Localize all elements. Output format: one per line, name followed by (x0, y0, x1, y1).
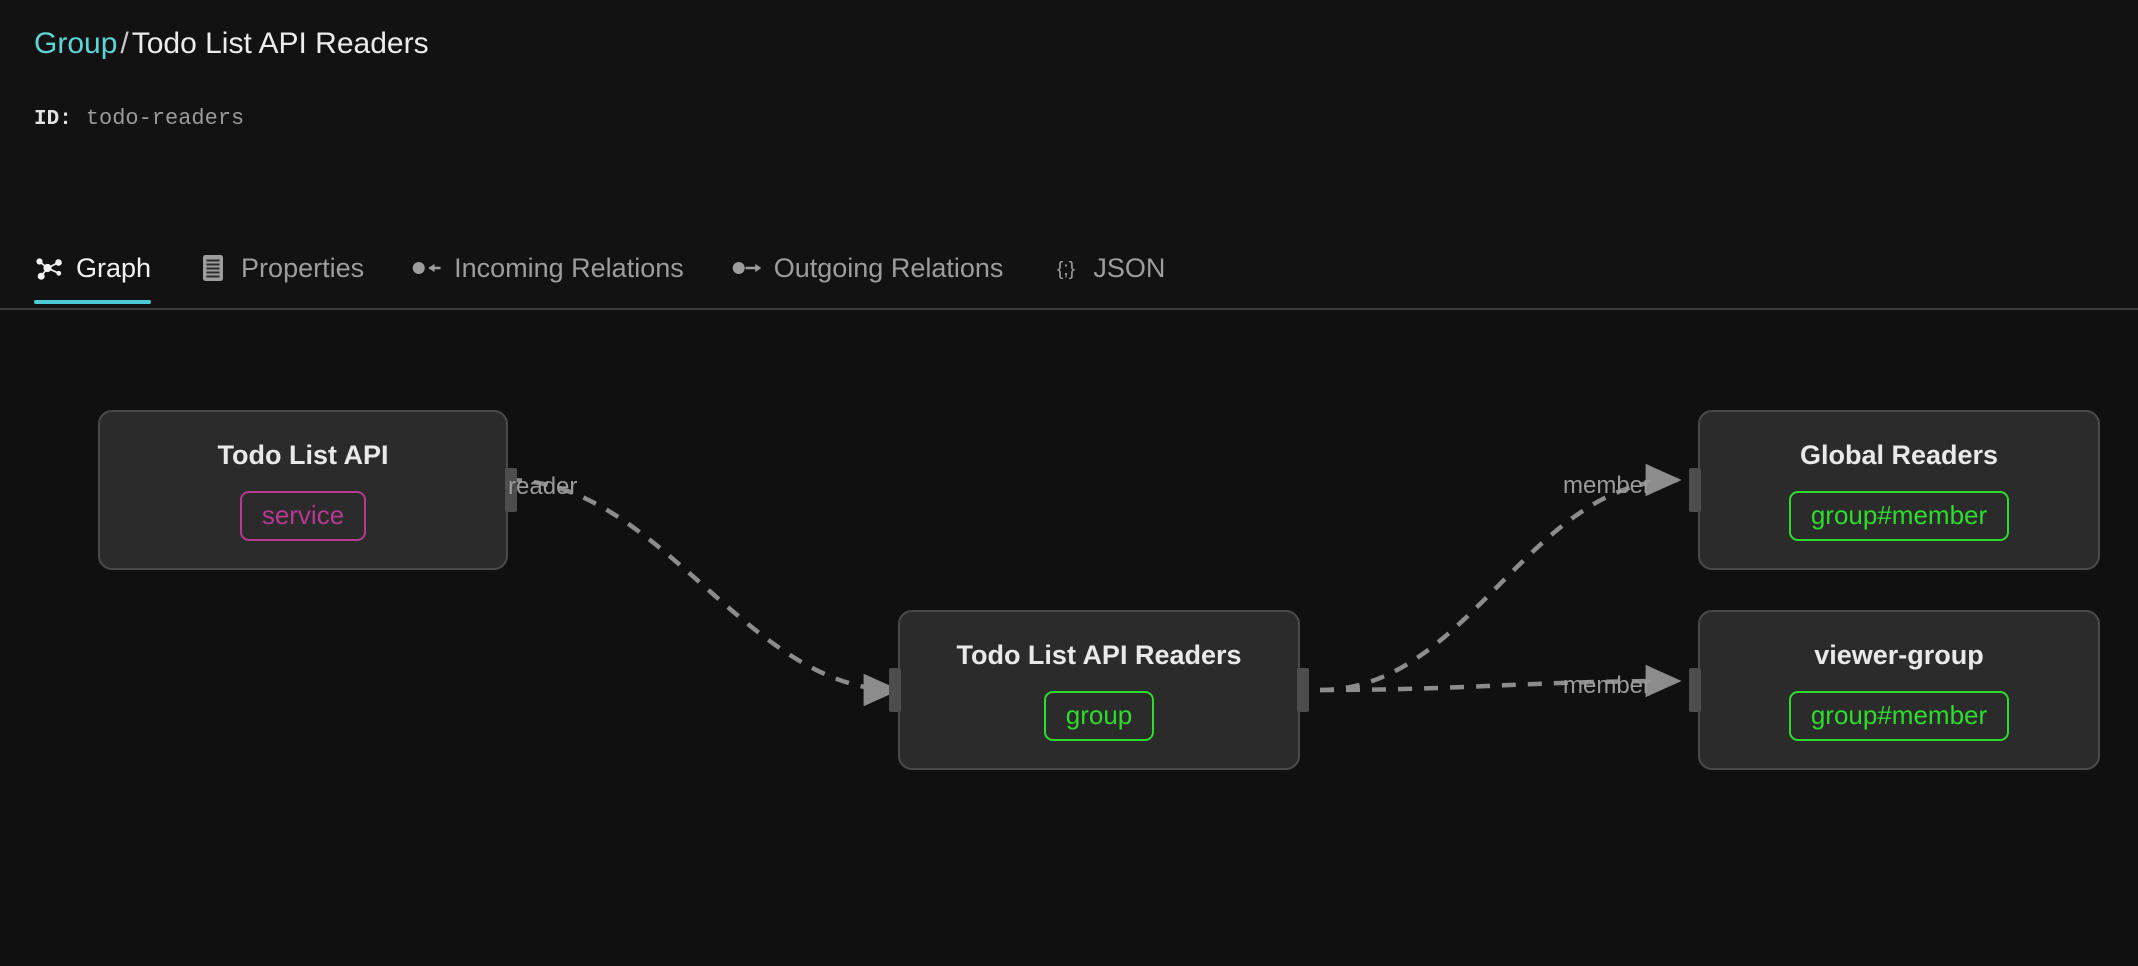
edge-label-member-viewer-group: member (1563, 672, 1652, 699)
document-icon (199, 253, 229, 283)
node-handle-right[interactable] (1297, 668, 1309, 712)
node-handle-left[interactable] (1689, 468, 1701, 512)
breadcrumb-parent-link[interactable]: Group (34, 27, 117, 60)
tab-graph-label: Graph (76, 253, 152, 283)
edge-reader (507, 477, 900, 707)
arrow-out-icon (732, 253, 762, 283)
graph-node-todo-list-api-readers[interactable]: Todo List API Readers group (889, 610, 1309, 770)
edge-label-reader: reader (508, 473, 578, 500)
graph-node-todo-list-api[interactable]: Todo List API service (98, 410, 517, 570)
entity-id-value: todo-readers (85, 106, 245, 131)
node-handle-left[interactable] (889, 668, 901, 712)
page-header: Group / Todo List API Readers ID: todo-read… (0, 0, 2138, 310)
breadcrumb-separator: / (120, 27, 129, 60)
graph-node-title: Todo List API (217, 440, 389, 470)
arrow-in-icon (412, 253, 442, 283)
graph-canvas[interactable]: Todo List API service Todo List API Read… (0, 310, 2138, 966)
graph-node-viewer-group[interactable]: viewer-group group#member (1689, 610, 2100, 770)
edge-label-member-global-readers: member (1563, 472, 1652, 499)
entity-id-label: ID: (34, 108, 72, 131)
graph-node-badge: service (239, 491, 367, 541)
tab-properties[interactable]: Properties (199, 232, 378, 304)
node-handle-left[interactable] (1689, 668, 1701, 712)
graph-node-global-readers[interactable]: Global Readers group#member (1689, 410, 2100, 570)
graph-node-title: Global Readers (1799, 440, 1999, 470)
graph-node-badge: group#member (1788, 691, 2010, 741)
tab-properties-label: Properties (241, 253, 365, 283)
graph-node-title: Todo List API Readers (956, 640, 1242, 670)
graph-icon (34, 253, 64, 283)
tab-outgoing-relations[interactable]: Outgoing Relations (732, 232, 1018, 304)
entity-detail-page: Group / Todo List API Readers ID: todo-read… (0, 0, 2138, 966)
tab-json-label: JSON (1093, 253, 1166, 283)
graph-node-title: viewer-group (1814, 640, 1984, 670)
tab-graph[interactable]: Graph (34, 232, 165, 304)
braces-icon: {;} (1051, 253, 1081, 283)
tab-outgoing-relations-label: Outgoing Relations (773, 253, 1004, 283)
graph-node-badge: group (1043, 691, 1155, 741)
svg-text:{;}: {;} (1057, 258, 1076, 280)
page-title: Todo List API Readers (131, 27, 429, 60)
tab-bar: Graph Properties Incoming Relations Outg… (0, 232, 2138, 310)
breadcrumb: Group / Todo List API Readers (34, 26, 429, 62)
tab-incoming-relations-label: Incoming Relations (454, 253, 684, 283)
tab-json[interactable]: {;} JSON (1051, 232, 1179, 304)
entity-id-row: ID: todo-readers (34, 103, 244, 134)
tab-incoming-relations[interactable]: Incoming Relations (412, 232, 698, 304)
graph-node-badge: group#member (1788, 491, 2010, 541)
edge-member-global-readers (1319, 463, 1682, 693)
